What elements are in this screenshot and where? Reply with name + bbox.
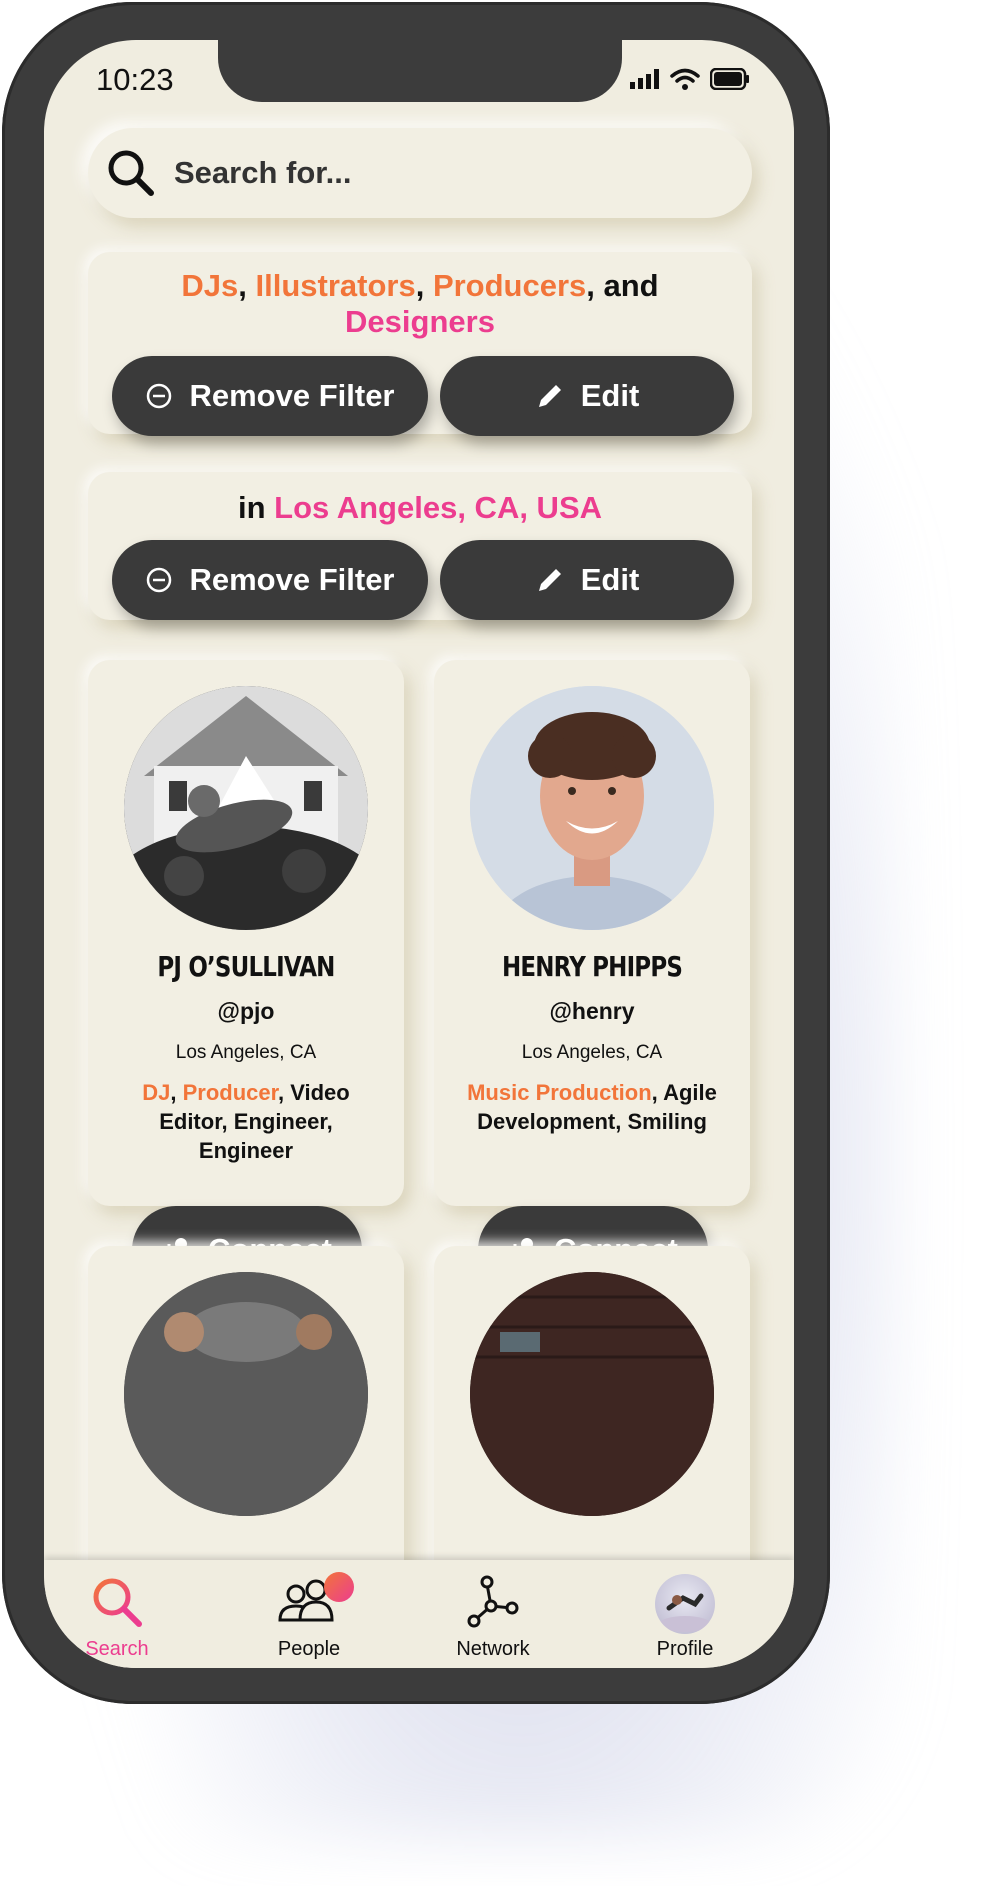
remove-filter-button[interactable]: Remove Filter: [112, 540, 428, 620]
tab-label: Search: [85, 1638, 149, 1660]
filter-separator: ,: [415, 268, 433, 303]
tab-search[interactable]: Search: [52, 1574, 182, 1660]
search-icon: [93, 1578, 142, 1627]
notch: [218, 40, 622, 102]
edit-filter-label: Edit: [580, 562, 640, 597]
tab-label: People: [277, 1638, 341, 1660]
phone-frame: 10:23 Search for... DJs, Illustrators, P…: [2, 2, 830, 1704]
remove-filter-label: Remove Filter: [189, 378, 395, 413]
tab-label: Network: [456, 1638, 530, 1660]
profile-location: Los Angeles, CA: [521, 1042, 663, 1063]
minus-circle-icon: [145, 566, 173, 594]
avatar: [470, 1272, 714, 1516]
remove-filter-button[interactable]: Remove Filter: [112, 356, 428, 436]
notification-badge: [324, 1572, 354, 1602]
tab-label: Profile: [656, 1638, 714, 1660]
profile-skills: Music Production, Agile Development, Smi…: [464, 1078, 720, 1136]
profile-photo: [124, 686, 368, 930]
profile-card[interactable]: PJ O’SULLIVAN @pjo Los Angeles, CA DJ, P…: [88, 660, 404, 1294]
filter-value: Los Angeles, CA, USA: [274, 490, 603, 525]
profile-skills: DJ, Producer, Video Editor, Engineer, En…: [118, 1078, 374, 1165]
filter-separator: ,: [238, 268, 256, 303]
wifi-icon: [670, 68, 700, 90]
status-icons: [630, 68, 750, 90]
tab-bar: Search People Network Profile: [44, 1560, 794, 1668]
filter-value: DJs: [181, 268, 239, 303]
profile-handle: @henry: [549, 998, 635, 1024]
pencil-icon: [535, 565, 565, 595]
edit-filter-button[interactable]: Edit: [440, 356, 734, 436]
filter-description: in Los Angeles, CA, USA: [88, 490, 752, 526]
avatar: [470, 686, 714, 930]
edit-filter-button[interactable]: Edit: [440, 540, 734, 620]
remove-filter-label: Remove Filter: [189, 562, 395, 597]
filter-value: Illustrators: [255, 268, 416, 303]
search-bar[interactable]: [88, 128, 752, 218]
profile-avatar-icon: [655, 1574, 715, 1634]
tab-profile[interactable]: Profile: [620, 1574, 750, 1660]
tab-network[interactable]: Network: [428, 1574, 558, 1660]
profile-photo: [470, 1272, 714, 1516]
tab-people[interactable]: People: [244, 1572, 374, 1660]
avatar: [124, 686, 368, 930]
filter-prefix: in: [237, 490, 275, 525]
filter-separator: , and: [586, 268, 659, 303]
status-time: 10:23: [96, 62, 174, 97]
cellular-signal-icon: [630, 69, 659, 89]
filter-value: Designers: [345, 304, 495, 339]
profile-photo: [124, 1272, 368, 1516]
screen: 10:23 Search for... DJs, Illustrators, P…: [44, 40, 794, 1668]
battery-icon: [710, 68, 749, 90]
profile-location: Los Angeles, CA: [175, 1042, 317, 1063]
skill-highlight: DJ: [142, 1080, 171, 1105]
filter-card-location: in Los Angeles, CA, USA Remove Filter Ed…: [88, 472, 752, 620]
skill-highlight: Producer: [182, 1080, 278, 1105]
search-input[interactable]: [172, 154, 676, 192]
avatar: [124, 1272, 368, 1516]
pencil-icon: [535, 381, 565, 411]
edit-filter-label: Edit: [580, 378, 640, 413]
skill-separator: ,: [170, 1080, 183, 1105]
filter-actions: Remove Filter Edit: [112, 356, 734, 436]
filter-description: DJs, Illustrators, Producers, and Design…: [88, 268, 752, 340]
filter-actions: Remove Filter Edit: [112, 540, 734, 620]
minus-circle-icon: [145, 382, 173, 410]
profile-handle: @pjo: [217, 998, 275, 1024]
profile-name: PJ O’SULLIVAN: [157, 950, 335, 983]
network-icon: [467, 1575, 519, 1628]
profile-card[interactable]: HENRY PHIPPS @henry Los Angeles, CA Musi…: [434, 660, 750, 1294]
profile-name: HENRY PHIPPS: [501, 950, 683, 983]
filter-card-roles: DJs, Illustrators, Producers, and Design…: [88, 252, 752, 436]
skill-highlight: Music Production: [467, 1080, 652, 1105]
search-icon: [108, 150, 154, 196]
filter-value: Producers: [432, 268, 587, 303]
profile-photo: [470, 686, 714, 930]
